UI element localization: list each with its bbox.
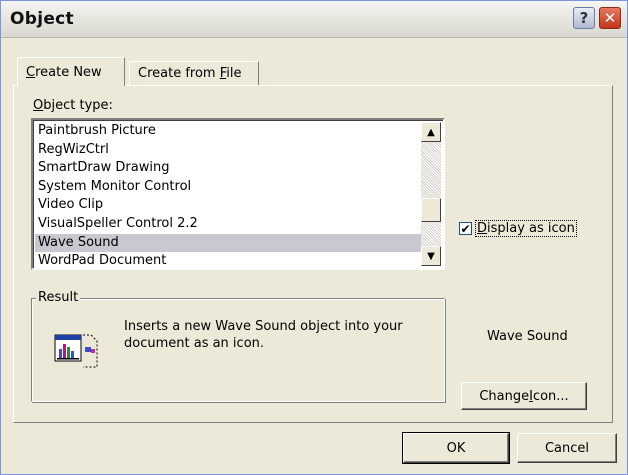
list-item[interactable]: Video Clip <box>35 196 421 215</box>
title-bar[interactable]: Object ? ✕ <box>1 1 627 38</box>
ok-button[interactable]: OK <box>402 432 510 464</box>
scroll-thumb[interactable] <box>421 198 441 222</box>
help-icon: ? <box>579 9 589 27</box>
list-item[interactable]: SmartDraw Drawing <box>35 159 421 178</box>
list-item[interactable]: Wave Sound <box>35 233 421 253</box>
close-icon: ✕ <box>603 9 617 27</box>
object-dialog: Object ? ✕ Create New Create from File O… <box>0 0 628 475</box>
tab-create-from-file-label: Create from File <box>138 66 242 81</box>
window-title: Object <box>10 9 74 29</box>
object-type-label: Object type: <box>33 98 113 113</box>
icon-caption: Wave Sound <box>487 329 568 344</box>
display-as-icon-label[interactable]: Display as icon <box>475 220 577 237</box>
cancel-button[interactable]: Cancel <box>517 433 617 463</box>
list-item[interactable]: Paintbrush Picture <box>35 122 421 141</box>
result-legend: Result <box>36 290 81 305</box>
scroll-track[interactable] <box>421 142 441 246</box>
list-item[interactable]: System Monitor Control <box>35 178 421 197</box>
object-type-items: Paintbrush Picture RegWizCtrl SmartDraw … <box>35 122 421 268</box>
help-button[interactable]: ? <box>573 7 595 29</box>
checkmark-icon: ✔ <box>460 221 471 236</box>
vertical-scrollbar[interactable]: ▲ ▼ <box>421 122 441 266</box>
wave-sound-object-icon <box>54 334 98 368</box>
list-item[interactable]: RegWizCtrl <box>35 141 421 160</box>
result-description: Inserts a new Wave Sound object into you… <box>124 319 403 351</box>
close-button[interactable]: ✕ <box>599 7 621 29</box>
list-item[interactable]: WordPad Document <box>35 252 421 268</box>
arrow-down-icon: ▼ <box>427 250 435 262</box>
scroll-up-button[interactable]: ▲ <box>421 122 441 142</box>
list-item[interactable]: VisualSpeller Control 2.2 <box>35 215 421 234</box>
scroll-down-button[interactable]: ▼ <box>421 246 441 266</box>
display-as-icon-option[interactable]: ✔ Display as icon <box>459 220 577 237</box>
change-icon-button[interactable]: Change Icon... <box>461 382 587 410</box>
tab-create-new-label: Create New <box>26 64 102 80</box>
display-as-icon-checkbox[interactable]: ✔ <box>459 222 472 235</box>
arrow-up-icon: ▲ <box>427 126 435 138</box>
tab-create-new[interactable]: Create New <box>17 57 125 86</box>
tab-create-from-file[interactable]: Create from File <box>129 61 259 85</box>
object-type-listbox[interactable]: Paintbrush Picture RegWizCtrl SmartDraw … <box>31 118 445 270</box>
